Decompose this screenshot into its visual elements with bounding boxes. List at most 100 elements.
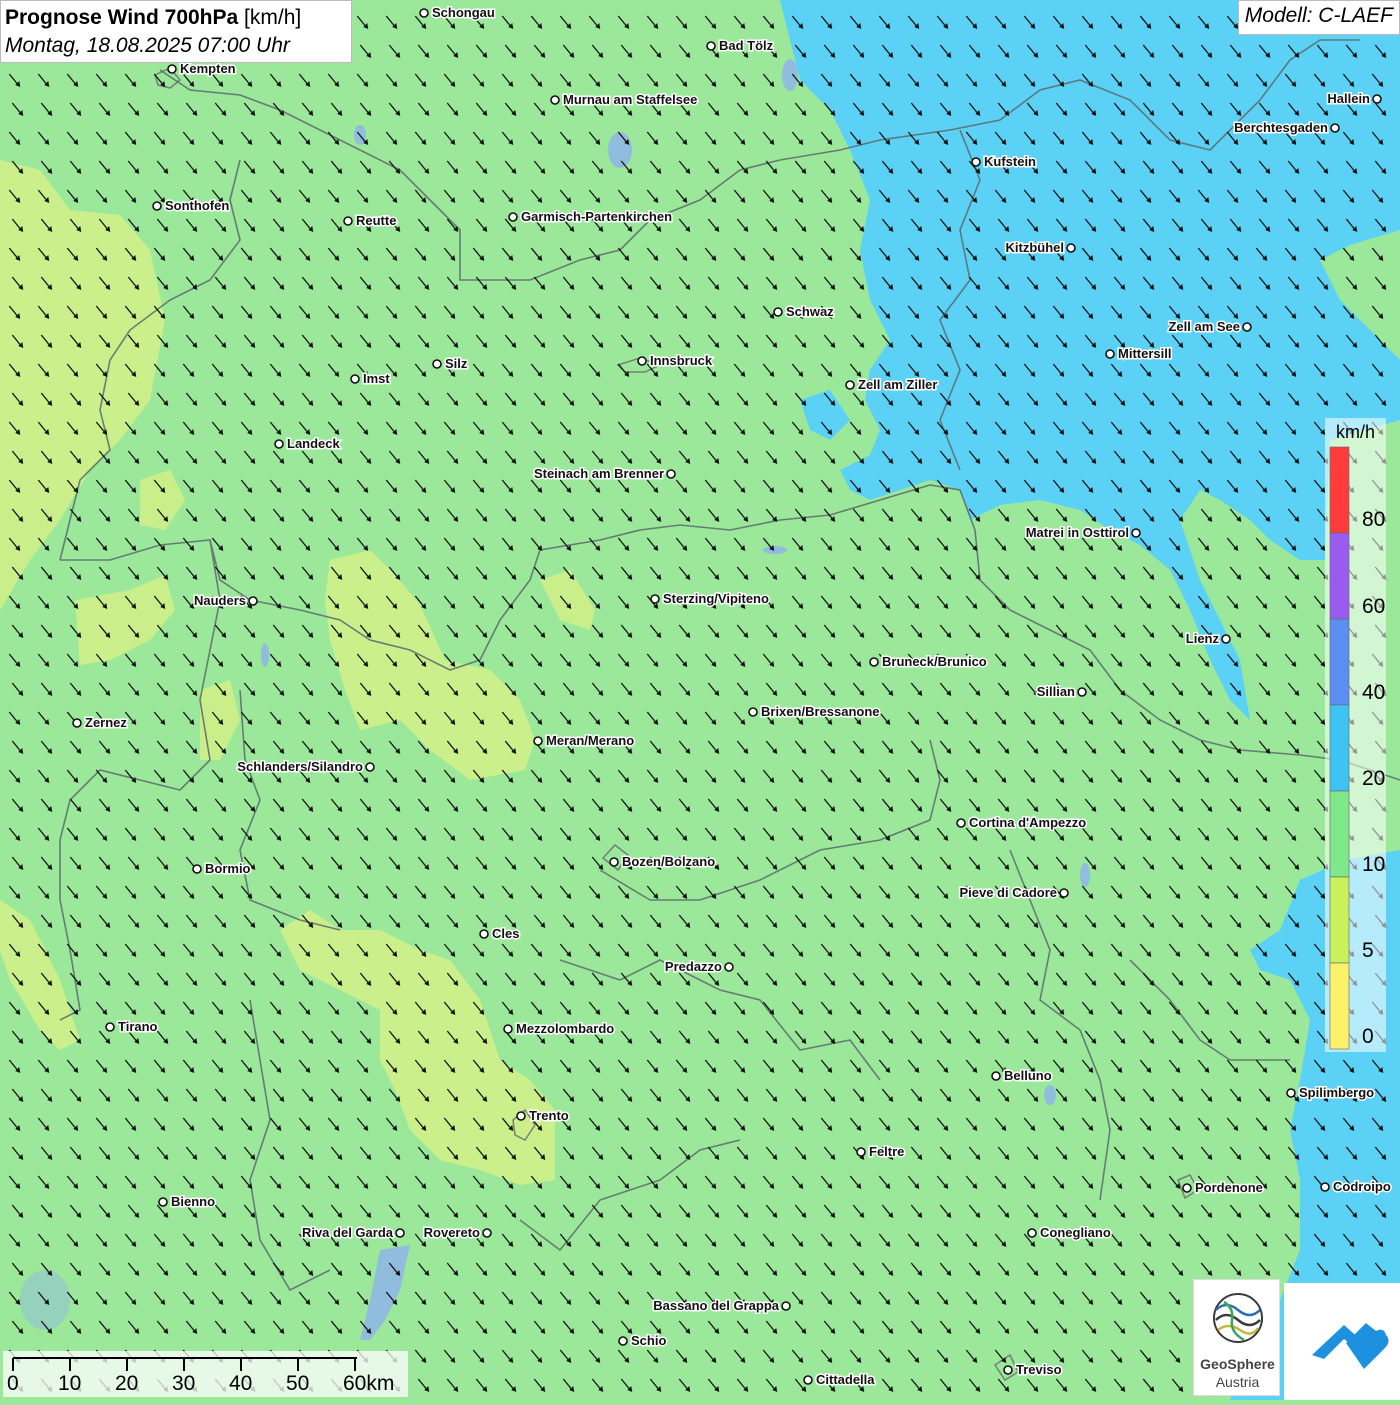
city-dot (748, 707, 758, 717)
legend-swatch (1329, 446, 1350, 534)
city-dot (158, 1197, 168, 1207)
city-label: Rovereto (424, 1225, 480, 1240)
city-dot (781, 1301, 791, 1311)
city-dot (192, 864, 202, 874)
city-label: Predazzo (665, 959, 722, 974)
city-garmisch-partenkirchen[interactable]: Garmisch-Partenkirchen (508, 208, 674, 226)
forecast-date: Montag, 18.08.2025 07:00 Uhr (5, 34, 290, 57)
city-sterzing-vipiteno[interactable]: Sterzing/Vipiteno (650, 590, 770, 608)
city-riva-del-garda[interactable]: Riva del Garda (300, 1224, 405, 1242)
city-mezzolombardo[interactable]: Mezzolombardo (503, 1020, 616, 1038)
city-label: Reutte (356, 213, 396, 228)
city-label: Cortina d'Ampezzo (969, 815, 1086, 830)
city-murnau-am-staffelsee[interactable]: Murnau am Staffelsee (550, 91, 699, 109)
city-dot (1131, 528, 1141, 538)
city-bozen-bolzano[interactable]: Bozen/Bolzano (609, 853, 717, 871)
city-dot (503, 1024, 513, 1034)
app-arrow-cloud-icon (1312, 1323, 1389, 1369)
city-dot (845, 380, 855, 390)
scale-label-30: 30 (172, 1372, 196, 1395)
city-dot (343, 216, 353, 226)
scale-label-50: 50 (286, 1372, 310, 1395)
legend-label-80: 80 (1362, 508, 1386, 531)
city-label: Imst (363, 371, 390, 386)
city-dot (1242, 322, 1252, 332)
scale-label-60km: 60km (343, 1372, 395, 1395)
city-label: Zernez (85, 715, 127, 730)
scale-label-10: 10 (58, 1372, 82, 1395)
city-bruneck-brunico[interactable]: Bruneck/Brunico (869, 653, 988, 671)
city-dot (956, 818, 966, 828)
city-label: Kufstein (984, 154, 1036, 169)
legend-swatch (1329, 618, 1350, 706)
city-dot (1320, 1182, 1330, 1192)
city-label: Conegliano (1040, 1225, 1111, 1240)
city-label: Bozen/Bolzano (622, 854, 715, 869)
city-steinach-am-brenner[interactable]: Steinach am Brenner (532, 465, 676, 483)
city-schlanders-silandro[interactable]: Schlanders/Silandro (236, 758, 375, 776)
city-zell-am-ziller[interactable]: Zell am Ziller (845, 376, 939, 394)
city-dot (971, 157, 981, 167)
city-label: Bruneck/Brunico (882, 654, 987, 669)
city-label: Schwaz (786, 304, 834, 319)
city-label: Steinach am Brenner (534, 466, 664, 481)
city-pieve-di-cadore[interactable]: Pieve di Cadore (958, 884, 1069, 902)
city-dot (666, 469, 676, 479)
city-innsbruck[interactable]: Innsbruck (637, 352, 714, 370)
logo-text-austria: Austria (1215, 1374, 1260, 1390)
map-title: Prognose Wind 700hPa [km/h] (5, 4, 347, 32)
city-zell-am-see[interactable]: Zell am See (1167, 318, 1252, 336)
city-label: Garmisch-Partenkirchen (521, 209, 672, 224)
city-dot (167, 64, 177, 74)
city-dot (609, 857, 619, 867)
city-dot (1066, 243, 1076, 253)
city-dot (533, 736, 543, 746)
city-label: Schio (631, 1333, 666, 1348)
city-label: Tirano (118, 1019, 158, 1034)
city-label: Bienno (171, 1194, 215, 1209)
city-meran-merano[interactable]: Meran/Merano (533, 732, 636, 750)
city-dot (1077, 687, 1087, 697)
city-cortina-d-ampezzo[interactable]: Cortina d'Ampezzo (956, 814, 1088, 832)
legend-label-10: 10 (1362, 853, 1386, 876)
city-dot (706, 41, 716, 51)
city-dot (1003, 1365, 1013, 1375)
city-label: Schongau (432, 5, 495, 20)
city-label: Matrei in Osttirol (1026, 525, 1129, 540)
city-label: Spilimbergo (1299, 1085, 1374, 1100)
city-label: Schlanders/Silandro (237, 759, 363, 774)
geosphere-logo[interactable]: GeoSphere Austria (1193, 1279, 1280, 1396)
title-box: Prognose Wind 700hPa [km/h] Montag, 18.0… (0, 0, 352, 63)
city-brixen-bressanone[interactable]: Brixen/Bressanone (748, 703, 881, 721)
city-bassano-del-grappa[interactable]: Bassano del Grappa (652, 1297, 791, 1315)
city-dot (1221, 634, 1231, 644)
city-label: Brixen/Bressanone (761, 704, 880, 719)
legend-swatch (1329, 704, 1350, 792)
city-conegliano[interactable]: Conegliano (1027, 1224, 1112, 1242)
model-label: Modell: C-LAEF (1237, 0, 1400, 35)
city-pordenone[interactable]: Pordenone (1182, 1179, 1264, 1197)
city-label: Cittadella (816, 1372, 875, 1387)
city-label: Nauders (194, 593, 246, 608)
city-berchtesgaden[interactable]: Berchtesgaden (1233, 119, 1340, 137)
title-bold: Prognose Wind 700hPa (5, 6, 239, 29)
city-label: Belluno (1004, 1068, 1052, 1083)
city-dot (650, 594, 660, 604)
scale-bar: 0 10 20 30 40 50 60km (3, 1351, 408, 1397)
city-sonthofen[interactable]: Sonthofen (152, 197, 231, 215)
city-label: Mittersill (1118, 346, 1171, 361)
legend-label-5: 5 (1362, 939, 1374, 962)
app-logo[interactable] (1284, 1283, 1400, 1400)
city-schongau[interactable]: Schongau (419, 4, 496, 22)
city-dot (991, 1071, 1001, 1081)
city-spilimbergo[interactable]: Spilimbergo (1286, 1084, 1376, 1102)
wind-map[interactable]: Schongau Bad Tölz Kempten Murnau am Staffel… (0, 0, 1400, 1400)
city-dot (1182, 1183, 1192, 1193)
city-matrei-in-osttirol[interactable]: Matrei in Osttirol (1024, 524, 1141, 542)
city-label: Cles (492, 926, 519, 941)
scale-label-20: 20 (115, 1372, 139, 1395)
city-label: Landeck (287, 436, 341, 451)
city-label: Hallein (1327, 91, 1370, 106)
city-dot (803, 1375, 813, 1385)
city-dot (432, 359, 442, 369)
